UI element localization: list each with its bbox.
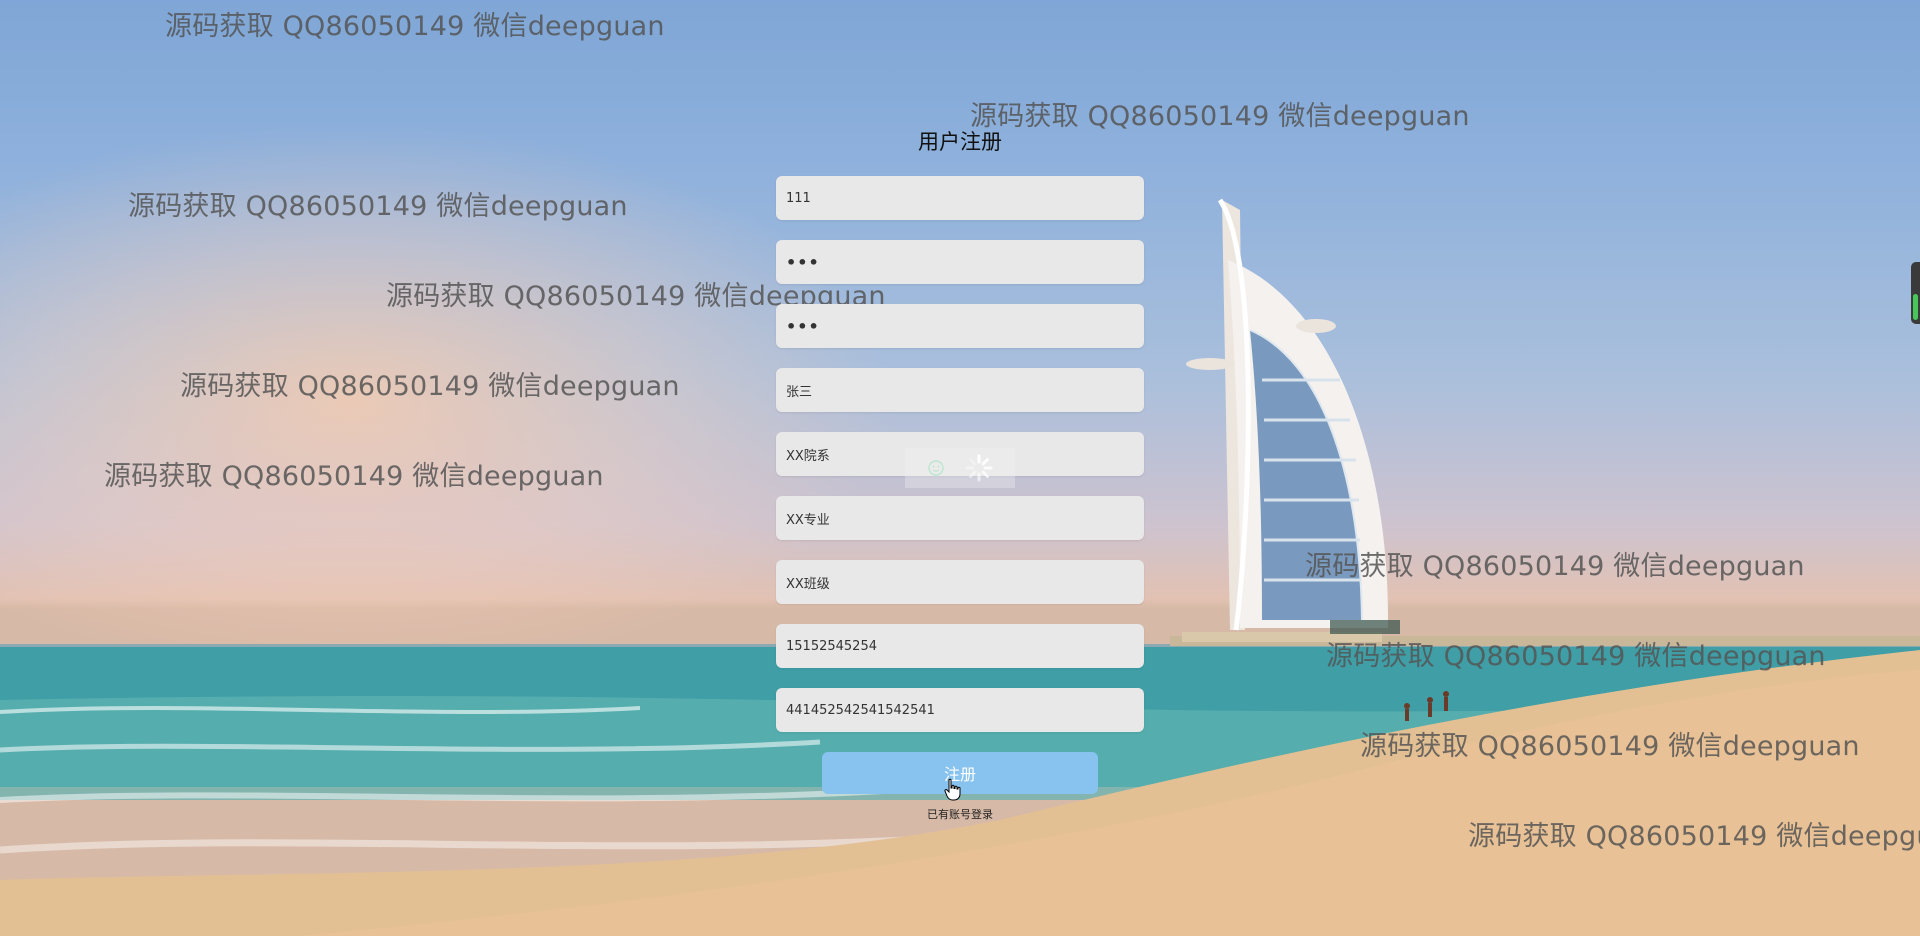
- hand-pointer-icon: [944, 778, 961, 801]
- watermark-text: 源码获取 QQ86050149 微信deepguan: [165, 11, 665, 42]
- loading-spinner-icon: [965, 454, 993, 482]
- confirm-password-field[interactable]: •••: [776, 304, 1144, 348]
- password-field[interactable]: •••: [776, 240, 1144, 284]
- id-number-field[interactable]: 441452542541542541: [776, 688, 1144, 732]
- watermark-text: 源码获取 QQ86050149 微信deepguan: [128, 191, 628, 222]
- username-field[interactable]: 111: [776, 176, 1144, 220]
- class-field[interactable]: XX班级: [776, 560, 1144, 604]
- watermark-text: 源码获取 QQ86050149 微信deepguan: [180, 371, 680, 402]
- phone-field[interactable]: 15152545254: [776, 624, 1144, 668]
- page-title: 用户注册: [918, 130, 1002, 154]
- watermark-text: 源码获取 QQ86050149 微信deepguan: [1326, 641, 1826, 672]
- name-field[interactable]: 张三: [776, 368, 1144, 412]
- login-link[interactable]: 已有账号登录: [0, 806, 1920, 822]
- smiley-icon: [928, 460, 944, 476]
- loading-overlay: [905, 448, 1015, 488]
- scrollbar-thumb[interactable]: [1913, 294, 1918, 320]
- watermark-text: 源码获取 QQ86050149 微信deepguan: [1360, 731, 1860, 762]
- watermark-text: 源码获取 QQ86050149 微信deepguan: [1305, 551, 1805, 582]
- watermark-text: 源码获取 QQ86050149 微信deepguan: [104, 461, 604, 492]
- major-field[interactable]: XX专业: [776, 496, 1144, 540]
- scrollbar[interactable]: [1911, 262, 1920, 324]
